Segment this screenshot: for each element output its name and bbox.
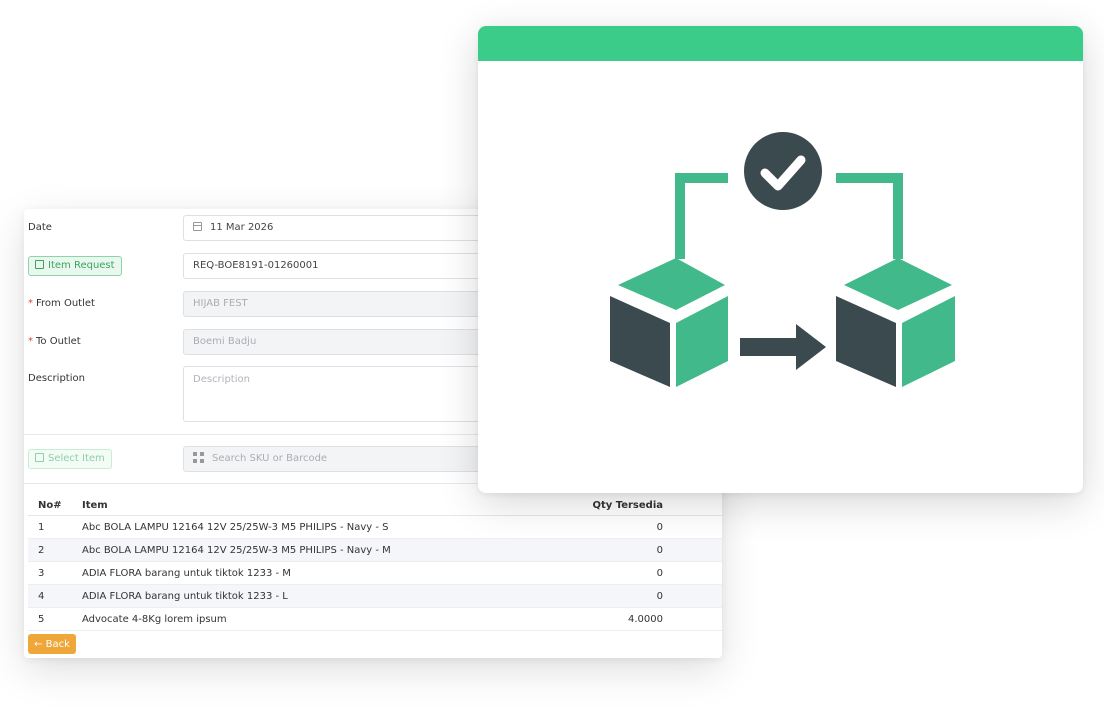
row-item: Abc BOLA LAMPU 12164 12V 25/25W-3 M5 PHI… (72, 538, 422, 562)
col-no: No# (28, 495, 72, 516)
description-label: Description (28, 373, 85, 384)
edit-icon (35, 260, 44, 269)
row-item: ADIA FLORA barang untuk tiktok 1233 - L (72, 584, 422, 608)
row-item: Advocate 4-8Kg lorem ipsum (72, 607, 422, 631)
from-outlet-value: HIJAB FEST (193, 298, 248, 309)
destination-box-icon (836, 258, 955, 387)
table-row: 1 Abc BOLA LAMPU 12164 12V 25/25W-3 M5 P… (28, 515, 722, 539)
qr-code-icon (193, 452, 204, 463)
row-qty: 0 (422, 538, 722, 562)
col-qty: Qty Tersedia (422, 495, 722, 516)
left-connector (675, 173, 728, 259)
table-row: 4 ADIA FLORA barang untuk tiktok 1233 - … (28, 584, 722, 608)
item-request-value: REQ-BOE8191-01260001 (193, 260, 319, 271)
col-item: Item (72, 495, 422, 516)
row-no: 2 (28, 538, 72, 562)
search-placeholder: Search SKU or Barcode (212, 453, 328, 464)
calendar-icon (193, 222, 202, 231)
to-outlet-value: Boemi Badju (193, 336, 257, 347)
row-item: ADIA FLORA barang untuk tiktok 1233 - M (72, 561, 422, 585)
row-qty: 0 (422, 561, 722, 585)
select-item-label: Select Item (48, 453, 105, 464)
row-qty: 4.0000 (422, 607, 722, 631)
select-item-button[interactable]: Select Item (28, 449, 112, 469)
to-outlet-label-text: To Outlet (36, 336, 81, 347)
row-no: 4 (28, 584, 72, 608)
required-mark: * (28, 298, 33, 309)
item-request-button[interactable]: Item Request (28, 256, 122, 276)
table-row: 2 Abc BOLA LAMPU 12164 12V 25/25W-3 M5 P… (28, 538, 722, 562)
description-placeholder: Description (193, 374, 250, 385)
row-qty: 0 (422, 515, 722, 539)
row-no: 3 (28, 561, 72, 585)
table-row: 3 ADIA FLORA barang untuk tiktok 1233 - … (28, 561, 722, 585)
source-box-icon (610, 258, 728, 387)
back-button[interactable]: ← Back (28, 634, 76, 654)
right-connector (836, 173, 903, 259)
date-value: 11 Mar 2026 (210, 222, 274, 233)
transfer-arrow-icon (740, 324, 826, 370)
from-outlet-label-text: From Outlet (36, 298, 95, 309)
stock-transfer-icon (610, 132, 955, 387)
items-table: No# Item Qty Tersedia 1 Abc BOLA LAMPU 1… (28, 495, 722, 631)
row-no: 5 (28, 607, 72, 631)
from-outlet-label: * From Outlet (28, 298, 95, 309)
check-circle-icon (744, 132, 822, 210)
row-qty: 0 (422, 584, 722, 608)
required-mark: * (28, 336, 33, 347)
table-header-row: No# Item Qty Tersedia (28, 495, 722, 516)
illustration-card (478, 26, 1083, 493)
row-no: 1 (28, 515, 72, 539)
date-label: Date (28, 222, 52, 233)
row-item: Abc BOLA LAMPU 12164 12V 25/25W-3 M5 PHI… (72, 515, 422, 539)
to-outlet-label: * To Outlet (28, 336, 81, 347)
table-row: 5 Advocate 4-8Kg lorem ipsum 4.0000 (28, 607, 722, 631)
illustration-header-bar (478, 26, 1083, 61)
list-icon (35, 453, 44, 462)
item-request-label: Item Request (48, 260, 115, 271)
